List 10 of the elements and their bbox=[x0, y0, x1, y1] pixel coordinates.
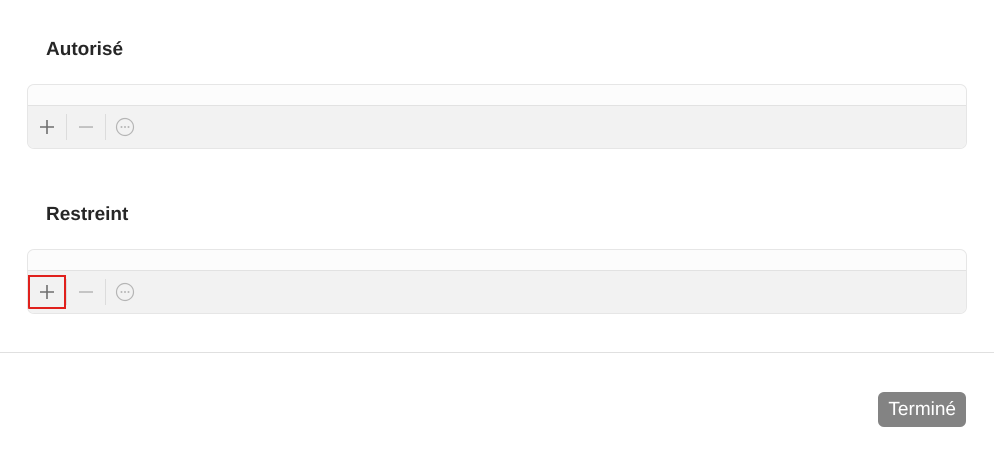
done-button[interactable]: Terminé bbox=[878, 392, 966, 427]
section-title: Restreint bbox=[46, 203, 130, 227]
plus-icon bbox=[39, 284, 55, 300]
more-icon bbox=[115, 282, 135, 302]
more-icon bbox=[115, 117, 135, 137]
minus-icon bbox=[78, 291, 94, 293]
plus-icon bbox=[39, 119, 55, 135]
add-button[interactable] bbox=[28, 275, 66, 309]
section-title: Autorisé bbox=[46, 38, 124, 62]
minus-icon bbox=[78, 126, 94, 128]
